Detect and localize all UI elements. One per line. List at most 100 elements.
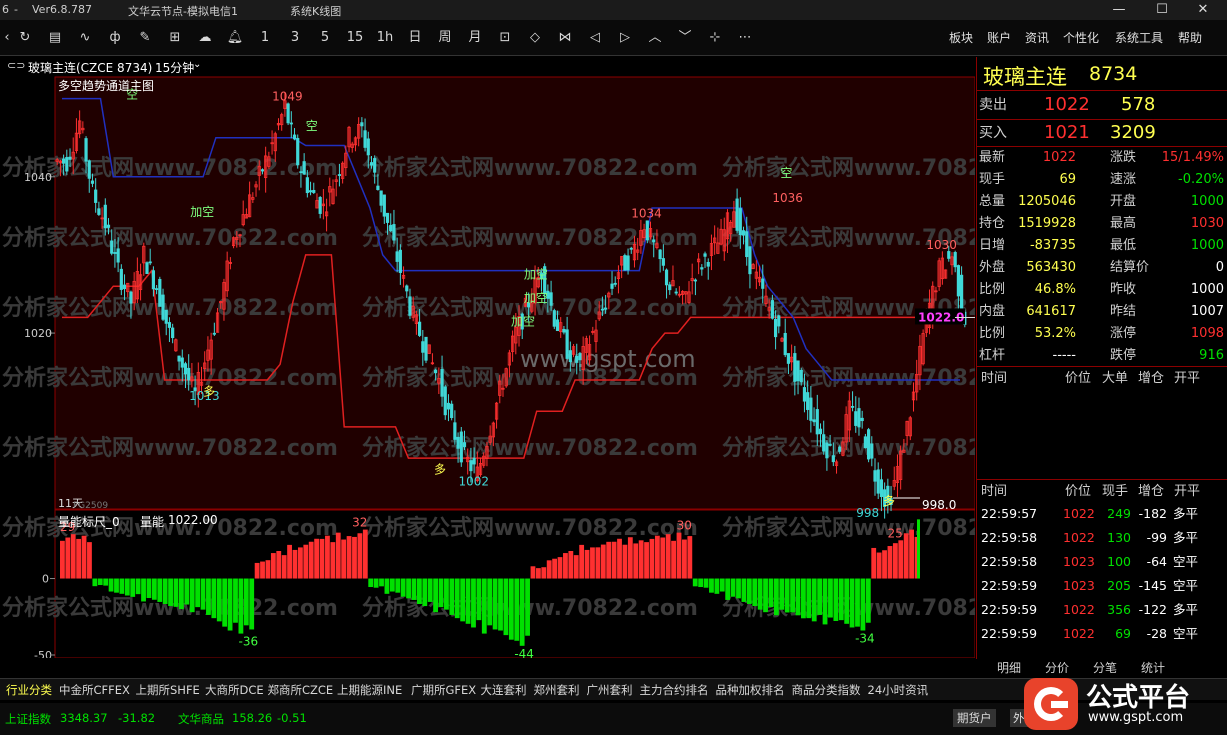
candle-body (369, 162, 374, 166)
volume-bar (779, 578, 785, 610)
tick-change: -145 (1138, 578, 1167, 593)
tab-price-dist[interactable]: 分价 (1045, 659, 1069, 676)
more-icon[interactable]: ⋯ (734, 28, 756, 48)
back-icon[interactable]: ‹ (0, 28, 14, 48)
category-tab[interactable]: 中金所CFFEX (59, 682, 130, 698)
menu-account[interactable]: 账户 (987, 28, 1011, 48)
link-icon[interactable]: ⊂⊃ (7, 59, 25, 72)
candle-body (260, 169, 265, 172)
arrow-left-icon[interactable]: ◁ (584, 28, 606, 48)
tab-tick[interactable]: 分笔 (1093, 659, 1117, 676)
volume-bar (768, 578, 774, 608)
volume-bar (584, 549, 590, 579)
candle-icon[interactable]: ф (104, 28, 126, 48)
menu-help[interactable]: 帮助 (1178, 28, 1202, 48)
period-selector[interactable]: 15分钟 (155, 59, 194, 76)
index2-name[interactable]: 文华商品 (178, 711, 224, 727)
category-tab[interactable]: 大商所DCE (205, 682, 264, 698)
category-tab[interactable]: 郑州套利 (534, 682, 580, 698)
signal-label: 多 (203, 385, 215, 399)
candle-body (366, 138, 370, 156)
candle-body (822, 434, 826, 452)
tick-row: 22:59:57 1022 249 -182 多平 (977, 503, 1227, 525)
indicator-title[interactable]: 多空趋势通道主图 (58, 77, 154, 94)
candle-body (376, 185, 380, 190)
tick-price: 1022 (1063, 530, 1095, 545)
period-1h-button[interactable]: 1h (374, 28, 396, 48)
tab-detail[interactable]: 明细 (997, 659, 1021, 676)
tick-hand: 130 (1107, 530, 1131, 545)
period-day-button[interactable]: 日 (404, 28, 426, 48)
period-1-button[interactable]: 1 (254, 28, 276, 48)
volume-tick-label: 0 (42, 573, 49, 586)
category-tab[interactable]: 郑商所CZCE (268, 682, 334, 698)
refresh-icon[interactable]: ↻ (14, 28, 36, 48)
maximize-button[interactable]: ☐ (1147, 1, 1177, 19)
volume-bar (130, 578, 136, 597)
category-tab[interactable]: 上期所SHFE (136, 682, 200, 698)
period-15-button[interactable]: 15 (344, 28, 366, 48)
custom-period-icon[interactable]: ⊡ (494, 28, 516, 48)
futures-account-button[interactable]: 期货户 (953, 709, 996, 727)
period-month-button[interactable]: 月 (464, 28, 486, 48)
app-title: 文华云节点-模拟电信1 (128, 5, 238, 18)
category-tab[interactable]: 大连套利 (481, 682, 527, 698)
chart-area[interactable]: 分析家公式网www.70822.com 分析家公式网www.70822.com 分析… (0, 75, 1058, 674)
category-tab[interactable]: 广期所GFEX (411, 682, 476, 698)
volume-bar (860, 578, 866, 631)
volume-bar (119, 578, 125, 594)
chevron-down-icon[interactable]: ⌄ (193, 59, 201, 70)
period-week-button[interactable]: 周 (434, 28, 456, 48)
bell-icon[interactable]: 🔔︎ (224, 28, 246, 48)
candle-body (183, 363, 188, 375)
zoom-in-icon[interactable]: ◇ (524, 28, 546, 48)
category-tab[interactable]: 商品分类指数 (792, 682, 861, 698)
arrow-down-icon[interactable]: ﹀ (674, 28, 696, 48)
cloud-icon[interactable]: ☁ (194, 28, 216, 48)
candle-body (857, 408, 861, 428)
category-tab[interactable]: 品种加权排名 (716, 682, 785, 698)
menu-news[interactable]: 资讯 (1025, 28, 1049, 48)
volume-bar (400, 578, 406, 597)
signal-label: 多 (434, 463, 446, 477)
chart-svg[interactable]: 分析家公式网www.70822.com 分析家公式网www.70822.com 分析… (0, 75, 1058, 674)
minimize-button[interactable]: — (1104, 1, 1134, 19)
contract-selector[interactable]: 玻璃主连(CZCE 8734) (28, 59, 152, 76)
draw-icon[interactable]: ✎ (134, 28, 156, 48)
line-chart-icon[interactable]: ∿ (74, 28, 96, 48)
watermark-text: 分析家公式网www.70822.com (362, 515, 698, 541)
trough-label: 998 (856, 506, 879, 520)
menu-personalize[interactable]: 个性化 (1063, 28, 1099, 48)
close-button[interactable]: ✕ (1188, 1, 1218, 19)
period-5-button[interactable]: 5 (314, 28, 336, 48)
index1-name[interactable]: 上证指数 (5, 711, 51, 727)
candle-body (575, 355, 579, 363)
quote-row: 杠杆 ----- 跌停 916 (977, 345, 1227, 367)
table-icon[interactable]: ▤ (44, 28, 66, 48)
crosshair-icon[interactable]: ⊹ (704, 28, 726, 48)
volume-bar (682, 539, 687, 579)
arrow-right-icon[interactable]: ▷ (614, 28, 636, 48)
volume-bar (444, 578, 449, 610)
volume-bar (519, 578, 525, 646)
category-tab[interactable]: 24小时资讯 (868, 682, 929, 698)
volume-scale-label[interactable]: 量能标尺_0 (58, 513, 120, 530)
watermark-text: 分析家公式网www.70822.com (722, 515, 975, 541)
category-tab[interactable]: 广州套利 (587, 682, 633, 698)
period-3-button[interactable]: 3 (284, 28, 306, 48)
menu-sector[interactable]: 板块 (949, 28, 973, 48)
category-tab[interactable]: 上期能源INE (337, 682, 402, 698)
signal-label: 多 (883, 494, 895, 508)
zoom-out-icon[interactable]: ⋈ (554, 28, 576, 48)
category-tab[interactable]: 主力合约排名 (640, 682, 709, 698)
volume-bar (314, 538, 320, 579)
tick-header: 时间 价位 现手 增仓 开平 (981, 484, 1201, 499)
menu-system-tools[interactable]: 系统工具 (1115, 28, 1163, 48)
tab-stats[interactable]: 统计 (1141, 659, 1165, 676)
arrow-up-icon[interactable]: ︿ (644, 28, 666, 48)
category-tab[interactable]: 行业分类 (6, 682, 52, 698)
volume-bar (281, 555, 287, 579)
tick-change: -28 (1146, 626, 1167, 641)
candle-body (122, 284, 127, 290)
grid-icon[interactable]: ⊞ (164, 28, 186, 48)
